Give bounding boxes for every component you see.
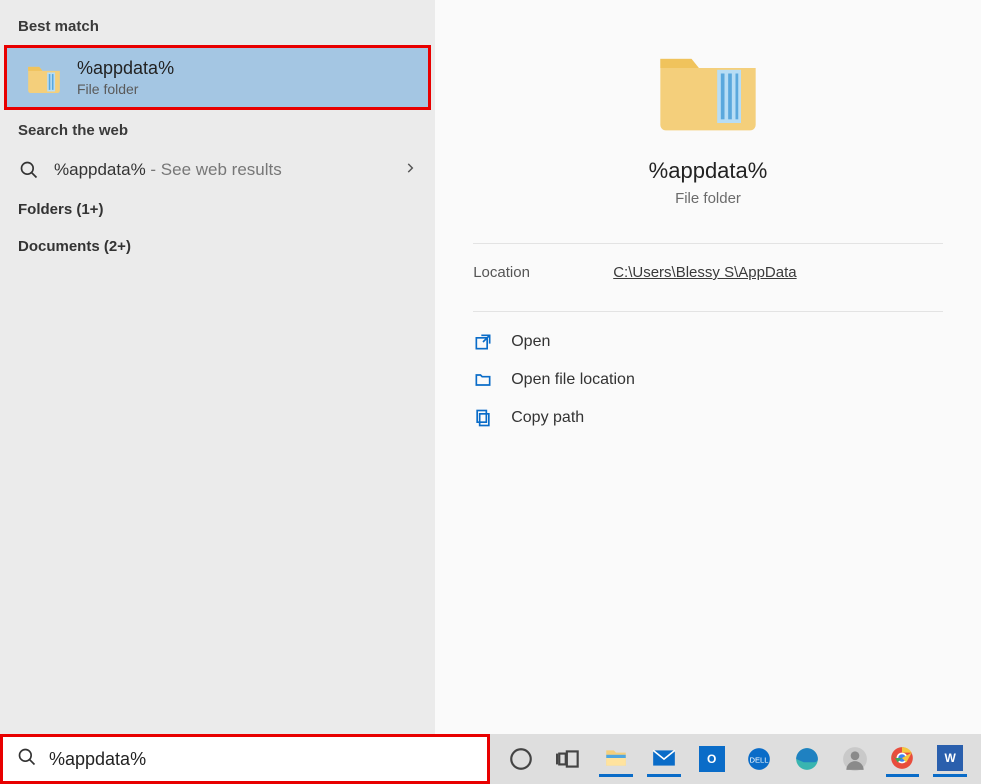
search-web-header: Search the web bbox=[0, 114, 435, 149]
action-label: Open file location bbox=[511, 371, 635, 389]
result-subtitle: File folder bbox=[77, 81, 174, 97]
chrome-icon[interactable] bbox=[886, 741, 920, 777]
web-result-text: %appdata% - See web results bbox=[54, 160, 282, 180]
action-list: Open Open file location Copy path bbox=[473, 332, 943, 428]
file-explorer-icon[interactable] bbox=[599, 741, 633, 777]
chevron-right-icon bbox=[403, 161, 417, 180]
preview-panel: %appdata% File folder Location C:\Users\… bbox=[435, 0, 981, 734]
avatar-icon[interactable] bbox=[838, 741, 872, 777]
folder-icon bbox=[653, 40, 763, 140]
web-result-row[interactable]: %appdata% - See web results bbox=[0, 149, 435, 191]
location-label: Location bbox=[473, 264, 613, 281]
divider bbox=[473, 311, 943, 312]
action-open[interactable]: Open bbox=[473, 332, 943, 352]
search-results-panel: Best match %appdata% File folder Search … bbox=[0, 0, 435, 734]
search-icon bbox=[18, 159, 40, 181]
search-icon bbox=[17, 747, 37, 772]
divider bbox=[473, 243, 943, 244]
action-label: Open bbox=[511, 333, 550, 351]
edge-icon[interactable] bbox=[790, 741, 824, 777]
location-row: Location C:\Users\Blessy S\AppData bbox=[473, 264, 943, 281]
best-match-result[interactable]: %appdata% File folder bbox=[4, 45, 431, 110]
taskbar: O DELL W bbox=[490, 734, 981, 784]
open-icon bbox=[473, 332, 493, 352]
copy-path-icon bbox=[473, 408, 493, 428]
location-path-link[interactable]: C:\Users\Blessy S\AppData bbox=[613, 264, 796, 281]
search-input[interactable] bbox=[49, 749, 473, 770]
preview-subtitle: File folder bbox=[675, 190, 741, 207]
dell-icon[interactable]: DELL bbox=[743, 741, 777, 777]
svg-text:DELL: DELL bbox=[750, 755, 769, 764]
cortana-icon[interactable] bbox=[504, 741, 538, 777]
category-folders[interactable]: Folders (1+) bbox=[0, 191, 435, 228]
preview-title: %appdata% bbox=[649, 158, 768, 184]
action-copy-path[interactable]: Copy path bbox=[473, 408, 943, 428]
word-icon[interactable]: W bbox=[933, 741, 967, 777]
mail-icon[interactable] bbox=[647, 741, 681, 777]
result-title: %appdata% bbox=[77, 58, 174, 79]
open-location-icon bbox=[473, 370, 493, 390]
action-label: Copy path bbox=[511, 409, 584, 427]
web-suffix: - See web results bbox=[146, 160, 282, 179]
outlook-icon[interactable]: O bbox=[695, 741, 729, 777]
best-match-header: Best match bbox=[0, 10, 435, 45]
web-query: %appdata% bbox=[54, 160, 146, 179]
action-open-file-location[interactable]: Open file location bbox=[473, 370, 943, 390]
best-match-text: %appdata% File folder bbox=[77, 58, 174, 97]
category-documents[interactable]: Documents (2+) bbox=[0, 228, 435, 265]
folder-icon bbox=[25, 59, 63, 97]
search-bar[interactable] bbox=[0, 734, 490, 784]
taskview-icon[interactable] bbox=[552, 741, 586, 777]
